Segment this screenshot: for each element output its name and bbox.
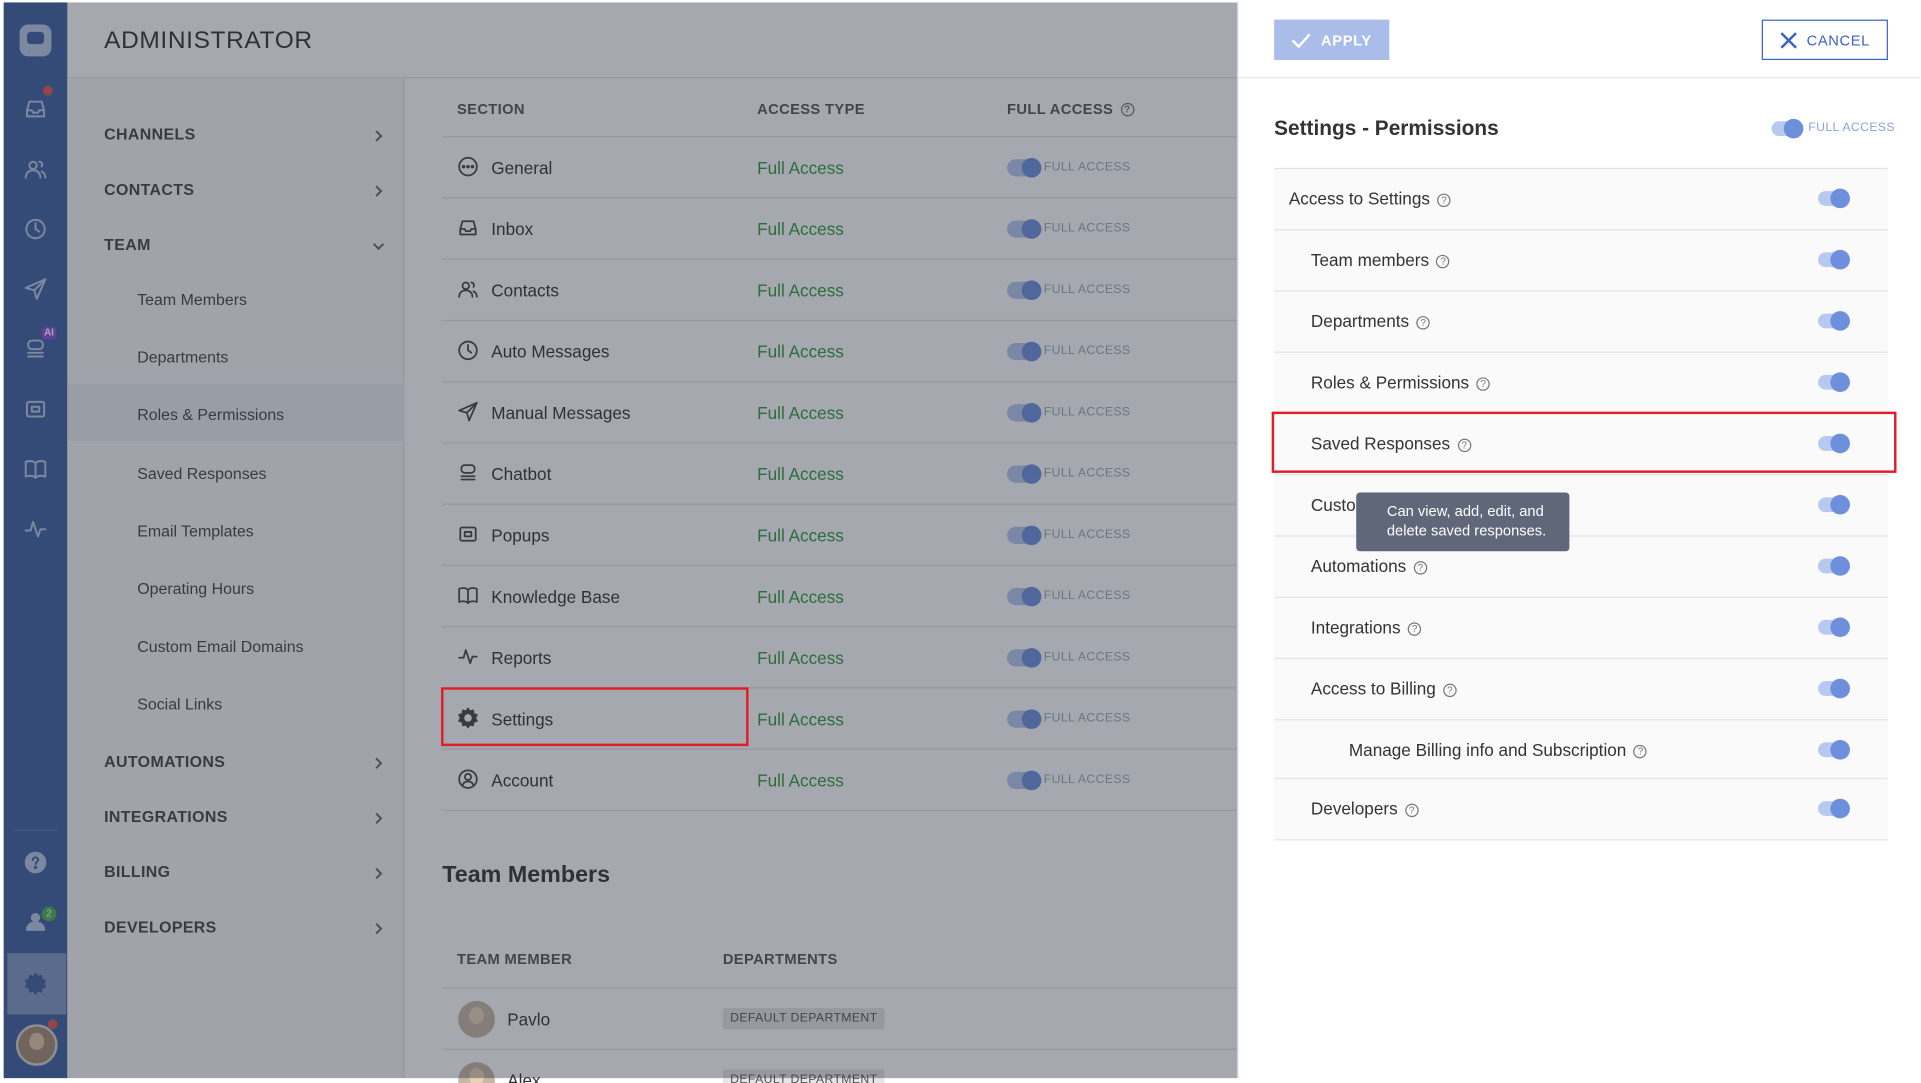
help-icon[interactable]: ? — [1407, 622, 1422, 636]
help-icon[interactable]: ? — [1436, 254, 1450, 269]
permissions-panel: APPLY CANCEL Settings - Permissions FULL… — [1237, 2, 1920, 1079]
permission-row-integrations: Integrations? — [1274, 596, 1888, 658]
permission-row-roles-permissions: Roles & Permissions? — [1274, 351, 1888, 413]
permission-label: Developers — [1310, 798, 1398, 819]
help-icon[interactable]: ? — [1633, 744, 1648, 759]
permission-row-team-members: Team members? — [1274, 229, 1888, 291]
modal-overlay[interactable] — [3, 2, 1238, 1079]
help-icon[interactable]: ? — [1476, 377, 1490, 391]
permission-row-departments: Departments? — [1274, 290, 1888, 352]
permission-toggle[interactable] — [1818, 798, 1850, 819]
permission-toggle[interactable] — [1818, 188, 1850, 209]
permission-toggle[interactable] — [1818, 739, 1850, 760]
permission-label: Integrations — [1310, 617, 1401, 638]
panel-title: Settings - Permissions — [1274, 116, 1499, 140]
permission-toggle[interactable] — [1818, 617, 1850, 638]
close-icon — [1780, 31, 1797, 49]
permission-toggle[interactable] — [1818, 372, 1850, 393]
permission-toggle[interactable] — [1818, 311, 1850, 331]
permission-label: Access to Settings — [1288, 188, 1430, 209]
help-icon[interactable]: ? — [1416, 315, 1430, 330]
full-access-label: FULL ACCESS — [1808, 121, 1895, 135]
permission-label: Automations — [1310, 556, 1407, 576]
apply-button[interactable]: APPLY — [1274, 19, 1390, 61]
help-icon[interactable]: ? — [1405, 803, 1419, 817]
permission-row-access-to-billing: Access to Billing? — [1274, 657, 1888, 720]
help-tooltip: Can view, add, edit, and delete saved re… — [1356, 492, 1570, 552]
full-access-toggle[interactable] — [1771, 118, 1804, 139]
permission-label: Access to Billing — [1310, 678, 1436, 699]
panel-header-divider — [1238, 77, 1920, 79]
row-divider — [1274, 839, 1888, 841]
permission-row-manage-billing: Manage Billing info and Subscription? — [1274, 719, 1888, 781]
permission-label: Custo — [1310, 494, 1356, 515]
permission-row-developers: Developers? — [1274, 777, 1888, 840]
highlight-box — [1271, 411, 1897, 473]
help-icon[interactable]: ? — [1437, 193, 1451, 207]
permission-toggle[interactable] — [1818, 556, 1850, 576]
highlight-box — [441, 687, 749, 747]
check-icon — [1292, 32, 1311, 48]
permission-toggle[interactable] — [1818, 249, 1850, 270]
permission-label: Roles & Permissions — [1310, 372, 1470, 393]
permission-row-access-to-settings: Access to Settings? — [1274, 167, 1888, 230]
cancel-button[interactable]: CANCEL — [1761, 19, 1888, 61]
permission-toggle[interactable] — [1818, 678, 1850, 699]
help-icon[interactable]: ? — [1443, 683, 1457, 697]
permission-label: Departments — [1310, 311, 1410, 331]
permission-toggle[interactable] — [1818, 494, 1850, 515]
permission-label: Team members — [1310, 249, 1430, 270]
help-icon[interactable]: ? — [1413, 560, 1428, 575]
permission-label: Manage Billing info and Subscription — [1348, 739, 1627, 760]
